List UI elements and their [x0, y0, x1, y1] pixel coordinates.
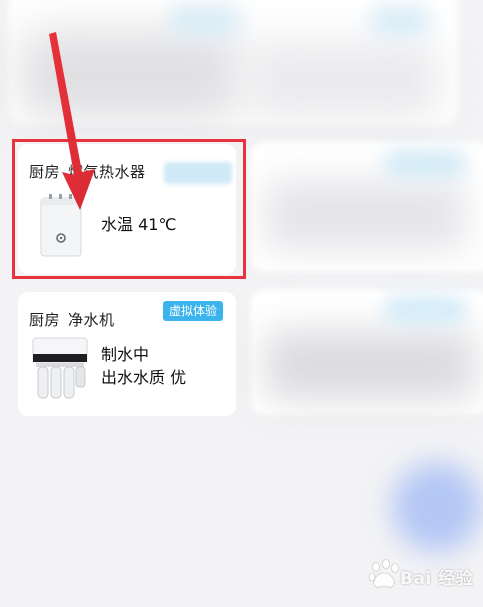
- screen: 厨房 燃气热水器 水温 41℃ 厨房 净水机 虚拟体验 制水中 出水水质 优 B…: [0, 0, 483, 607]
- red-arrow-annotation: [49, 32, 95, 210]
- watermark-text: Bai 经验: [400, 569, 474, 589]
- paw-icon: [368, 559, 399, 588]
- watermark: Bai 经验: [364, 555, 479, 595]
